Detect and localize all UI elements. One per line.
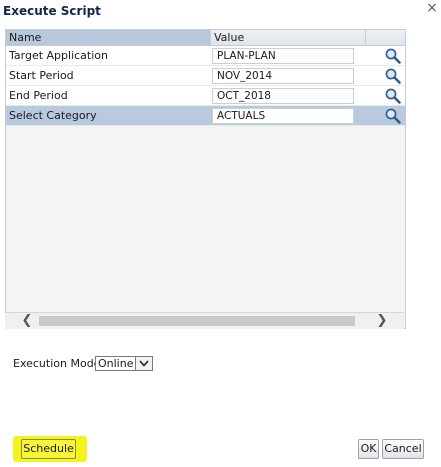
column-header-actions xyxy=(366,30,405,45)
execution-mode-label: Execution Mode xyxy=(13,357,101,370)
row-name: End Period xyxy=(9,89,68,102)
table-row[interactable]: Target Application PLAN-PLAN xyxy=(6,46,405,66)
execution-mode-value: Online xyxy=(98,357,134,370)
column-header-value[interactable]: Value xyxy=(211,30,366,45)
row-value-field[interactable]: NOV_2014 xyxy=(212,68,354,84)
column-header-name[interactable]: Name xyxy=(6,30,211,45)
search-icon[interactable] xyxy=(384,47,402,65)
search-icon[interactable] xyxy=(384,67,402,85)
row-value-field[interactable]: PLAN-PLAN xyxy=(212,48,354,64)
chevron-down-icon[interactable] xyxy=(135,357,153,370)
execute-script-dialog: Execute Script × Name Value Target Appli… xyxy=(0,0,441,467)
search-icon[interactable] xyxy=(384,87,402,105)
row-name: Select Category xyxy=(9,109,97,122)
table-header: Name Value xyxy=(6,30,405,46)
dialog-title: Execute Script xyxy=(3,4,101,18)
horizontal-scrollbar[interactable]: ❮ ❯ xyxy=(5,312,404,329)
row-value-field[interactable]: ACTUALS xyxy=(212,108,354,124)
scroll-left-icon[interactable]: ❮ xyxy=(19,314,35,328)
row-value-field[interactable]: OCT_2018 xyxy=(212,88,354,104)
schedule-button[interactable]: Schedule xyxy=(21,439,76,459)
scroll-right-icon[interactable]: ❯ xyxy=(374,314,390,328)
parameters-table: Name Value Target Application PLAN-PLAN … xyxy=(5,29,406,329)
table-empty-area xyxy=(6,130,405,310)
ok-button[interactable]: OK xyxy=(358,439,379,459)
row-name: Start Period xyxy=(9,69,74,82)
cancel-button[interactable]: Cancel xyxy=(382,439,424,459)
row-name: Target Application xyxy=(9,49,108,62)
execution-mode-select[interactable]: Online xyxy=(95,356,154,371)
table-row[interactable]: Start Period NOV_2014 xyxy=(6,66,405,86)
table-row-selected[interactable]: Select Category ACTUALS xyxy=(6,106,405,126)
table-row[interactable]: End Period OCT_2018 xyxy=(6,86,405,106)
search-icon[interactable] xyxy=(384,107,402,125)
close-icon[interactable]: × xyxy=(426,1,438,15)
scrollbar-thumb[interactable] xyxy=(39,316,355,326)
